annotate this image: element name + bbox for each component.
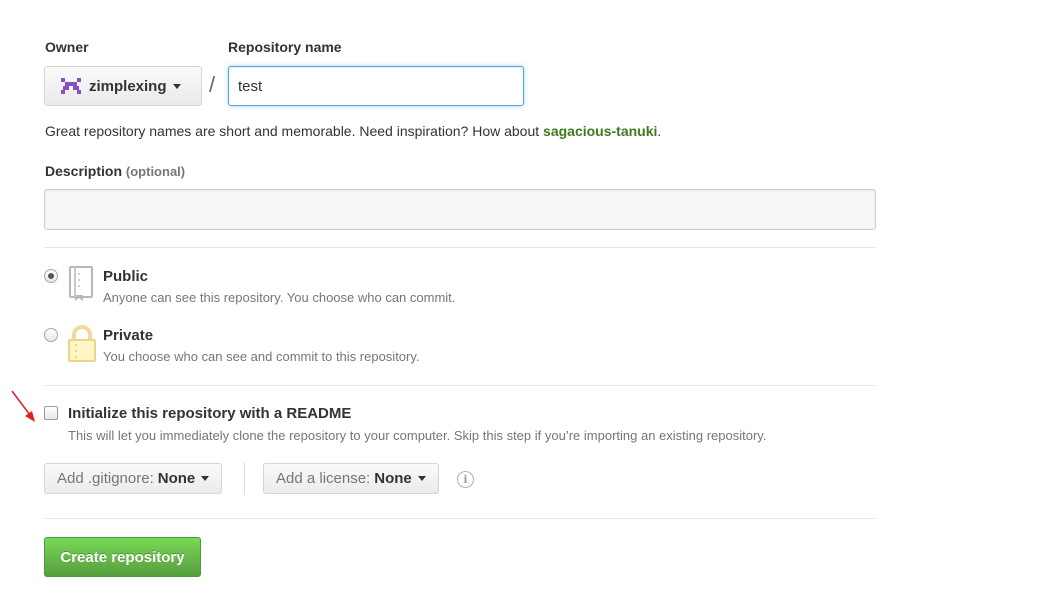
- repository-name-input[interactable]: [228, 66, 524, 106]
- owner-label: Owner: [45, 39, 89, 55]
- license-value: None: [374, 470, 412, 487]
- description-input[interactable]: [44, 189, 876, 230]
- public-radio[interactable]: [44, 269, 58, 283]
- private-radio[interactable]: [44, 328, 58, 342]
- book-icon: [66, 265, 98, 303]
- description-label: Description (optional): [45, 163, 185, 179]
- divider: [44, 247, 876, 248]
- owner-repo-separator: /: [209, 72, 216, 97]
- gitignore-value: None: [157, 470, 196, 487]
- owner-avatar-icon: [61, 78, 81, 94]
- name-hint-text: Great repository names are short and mem…: [45, 123, 544, 139]
- select-divider: [244, 463, 245, 495]
- annotation-arrow-icon: [8, 388, 38, 424]
- repository-name-label: Repository name: [228, 39, 342, 55]
- chevron-down-icon: [417, 476, 426, 481]
- create-repository-button[interactable]: Create repository: [44, 537, 201, 577]
- private-option-desc: You choose who can see and commit to thi…: [103, 349, 420, 364]
- description-optional-tag: (optional): [125, 164, 186, 179]
- public-option-desc: Anyone can see this repository. You choo…: [103, 290, 456, 305]
- gitignore-prefix: Add .gitignore:: [57, 470, 154, 487]
- readme-checkbox[interactable]: [44, 406, 58, 420]
- license-select-button[interactable]: Add a license: None: [263, 463, 439, 494]
- public-option-title: Public: [103, 268, 149, 285]
- readme-option-desc: This will let you immediately clone the …: [68, 428, 767, 443]
- owner-name: zimplexing: [89, 77, 167, 95]
- name-suggestion-link[interactable]: sagacious-tanuki: [543, 123, 657, 139]
- name-hint-end: .: [657, 123, 662, 139]
- chevron-down-icon: [201, 476, 210, 481]
- private-option-title: Private: [103, 327, 154, 344]
- chevron-down-icon: [172, 83, 181, 89]
- lock-icon: [66, 324, 98, 364]
- divider: [44, 385, 876, 386]
- name-hint: Great repository names are short and mem…: [45, 123, 661, 139]
- gitignore-select-button[interactable]: Add .gitignore: None: [44, 463, 223, 494]
- description-label-text: Description: [45, 163, 123, 179]
- readme-option-title: Initialize this repository with a README: [68, 405, 352, 422]
- owner-select-button[interactable]: zimplexing: [44, 66, 202, 106]
- divider: [44, 518, 876, 519]
- info-icon[interactable]: i: [457, 471, 474, 488]
- license-prefix: Add a license:: [276, 470, 371, 487]
